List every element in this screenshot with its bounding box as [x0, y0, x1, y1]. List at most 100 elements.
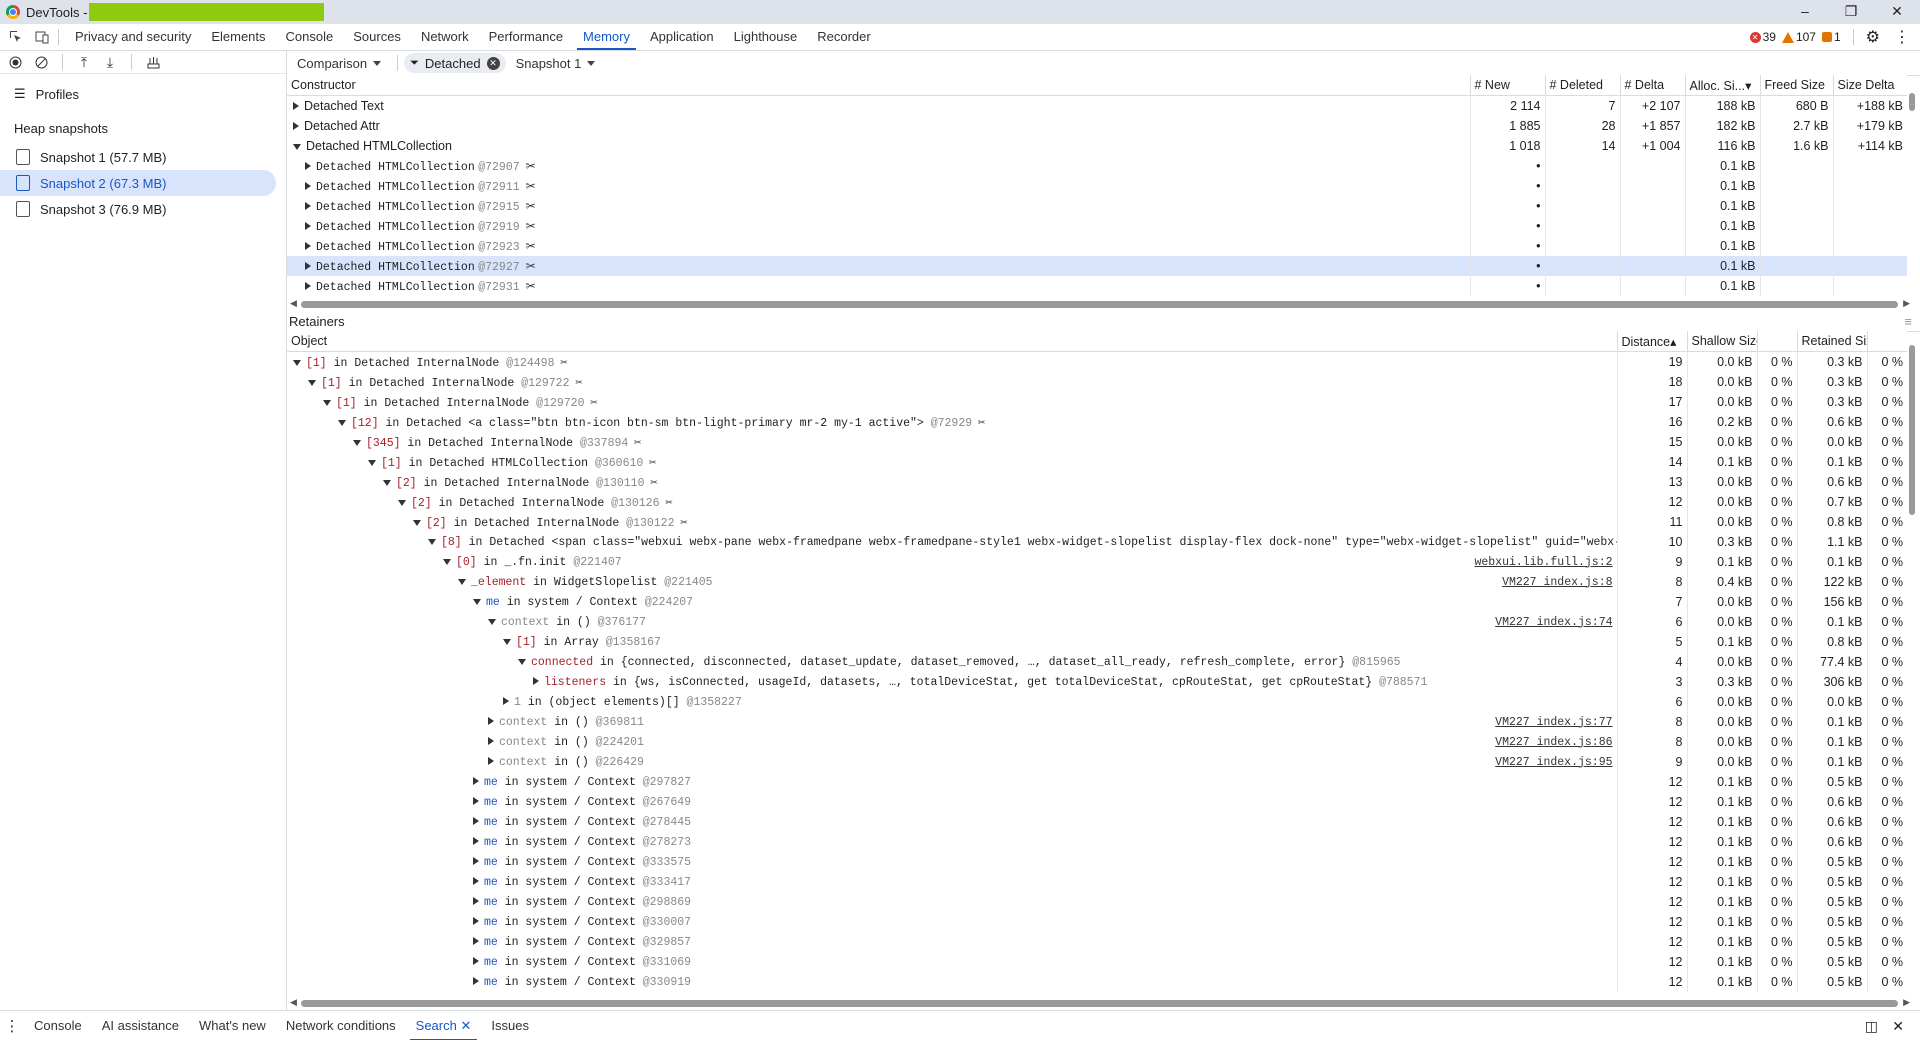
close-tab-icon[interactable]: ✕	[457, 1018, 471, 1033]
retainer-row[interactable]: context in () @376177 VM227 index.js:74 6 0…	[287, 612, 1907, 632]
expanded-triangle-icon[interactable]	[428, 538, 436, 545]
source-link[interactable]: VM227 index.js:74	[1495, 616, 1612, 629]
drawer-menu-icon[interactable]: ⋮	[0, 1017, 24, 1035]
collapsed-triangle-icon[interactable]	[473, 856, 479, 865]
collapsed-triangle-icon[interactable]	[473, 936, 479, 945]
tab-sources[interactable]: Sources	[343, 24, 411, 50]
resize-handle-icon[interactable]: ≡	[1904, 313, 1912, 331]
column-header[interactable]: Retained Size	[1796, 331, 1867, 352]
restore-button[interactable]: ❐	[1828, 0, 1874, 24]
constructor-row[interactable]: Detached Attr 1 885 28 +1 857 182 kB 2.7 kB +1…	[287, 116, 1907, 136]
drawer-tab-network-conditions[interactable]: Network conditions	[276, 1011, 406, 1040]
column-header[interactable]: Constructor	[287, 75, 1470, 96]
column-header[interactable]: Shallow Size	[1686, 331, 1757, 352]
warning-count[interactable]: 107	[1781, 30, 1816, 44]
retainer-row[interactable]: context in () @226429 VM227 index.js:95 9 0…	[287, 752, 1907, 772]
source-link[interactable]: VM227 index.js:95	[1495, 756, 1612, 769]
column-header[interactable]	[1866, 331, 1907, 352]
collapsed-triangle-icon[interactable]	[473, 896, 479, 905]
expanded-triangle-icon[interactable]	[293, 144, 301, 150]
tab-application[interactable]: Application	[640, 24, 724, 50]
tab-recorder[interactable]: Recorder	[807, 24, 880, 50]
retainer-row[interactable]: [1] in Detached InternalNode @129720 ✂ 17 0…	[287, 392, 1907, 412]
retainer-row[interactable]: me in system / Context @333575 12 0.1 kB 0 …	[287, 852, 1907, 872]
constructor-row[interactable]: Detached HTMLCollection @72923 ✂ • 0.1 kB	[287, 236, 1907, 256]
collapsed-triangle-icon[interactable]	[473, 956, 479, 965]
retainer-row[interactable]: _element in WidgetSlopelist @221405 VM227…	[287, 572, 1907, 592]
drawer-tab-ai-assistance[interactable]: AI assistance	[92, 1011, 189, 1040]
download-icon[interactable]: ⤓	[99, 51, 121, 73]
more-options-icon[interactable]: ⋮	[1894, 27, 1910, 47]
constructor-row[interactable]: Detached HTMLCollection @72931 ✂ • 0.1 kB	[287, 276, 1907, 296]
column-header[interactable]: Freed Size	[1759, 75, 1833, 96]
dock-side-icon[interactable]: ◫	[1865, 1018, 1878, 1035]
scroll-left-icon[interactable]: ◀	[290, 997, 297, 1008]
retainer-row[interactable]: [8] in Detached <span class="webxui webx…	[287, 532, 1907, 552]
collapsed-triangle-icon[interactable]	[473, 836, 479, 845]
collapsed-triangle-icon[interactable]	[473, 796, 479, 805]
column-header[interactable]: Size Delta	[1832, 75, 1907, 96]
expanded-triangle-icon[interactable]	[293, 359, 301, 366]
scroll-right-icon[interactable]: ▶	[1903, 298, 1910, 309]
retainer-row[interactable]: [1] in Detached InternalNode @124498 ✂ 19 0…	[287, 351, 1907, 372]
retainer-row[interactable]: [2] in Detached InternalNode @130110 ✂ 13 0…	[287, 472, 1907, 492]
expanded-triangle-icon[interactable]	[398, 499, 406, 506]
collapsed-triangle-icon[interactable]	[293, 102, 299, 110]
column-header[interactable]: Object	[287, 331, 1617, 352]
column-header[interactable]: Distance▴	[1616, 331, 1687, 352]
base-snapshot-select[interactable]: Snapshot 1	[506, 56, 606, 71]
retainer-row[interactable]: me in system / Context @298869 12 0.1 kB 0 …	[287, 892, 1907, 912]
tab-elements[interactable]: Elements	[201, 24, 275, 50]
drawer-tab-what-s-new[interactable]: What's new	[189, 1011, 276, 1040]
class-filter-chip[interactable]: ⏷ Detached ✕	[404, 53, 506, 73]
clear-filter-icon[interactable]: ✕	[486, 56, 500, 70]
retainer-row[interactable]: listeners in {ws, isConnected, usageId, …	[287, 672, 1907, 692]
inspect-element-icon[interactable]	[6, 27, 26, 47]
record-icon[interactable]	[4, 51, 26, 73]
vertical-scrollbar[interactable]	[1909, 93, 1915, 111]
column-header[interactable]: # New	[1469, 75, 1545, 96]
retainer-row[interactable]: connected in {connected, disconnected, d…	[287, 652, 1907, 672]
retainer-row[interactable]: context in () @369811 VM227 index.js:77 8 0…	[287, 712, 1907, 732]
constructor-row[interactable]: Detached Text 2 114 7 +2 107 188 kB 680 B +188…	[287, 95, 1907, 116]
constructor-row[interactable]: Detached HTMLCollection @72911 ✂ • 0.1 kB	[287, 176, 1907, 196]
column-header[interactable]: # Delta	[1619, 75, 1685, 96]
collect-garbage-icon[interactable]	[142, 51, 164, 73]
clear-icon[interactable]	[30, 51, 52, 73]
tab-console[interactable]: Console	[276, 24, 344, 50]
close-window-button[interactable]: ✕	[1874, 0, 1920, 24]
column-header[interactable]	[1756, 331, 1797, 352]
collapsed-triangle-icon[interactable]	[473, 976, 479, 985]
error-count[interactable]: ✕ 39	[1749, 30, 1776, 44]
minimize-button[interactable]: –	[1782, 0, 1828, 24]
tab-network[interactable]: Network	[411, 24, 479, 50]
expanded-triangle-icon[interactable]	[443, 558, 451, 565]
profiles-header[interactable]: ☰ Profiles	[0, 80, 286, 108]
retainer-row[interactable]: me in system / Context @297827 12 0.1 kB 0 …	[287, 772, 1907, 792]
collapsed-triangle-icon[interactable]	[305, 261, 311, 270]
tab-lighthouse[interactable]: Lighthouse	[724, 24, 808, 50]
column-header[interactable]: # Deleted	[1544, 75, 1620, 96]
expanded-triangle-icon[interactable]	[338, 419, 346, 426]
retainer-row[interactable]: context in () @224201 VM227 index.js:86 8 0…	[287, 732, 1907, 752]
collapsed-triangle-icon[interactable]	[488, 736, 494, 745]
horizontal-scrollbar[interactable]: ◀ ▶	[287, 298, 1920, 310]
retainer-row[interactable]: me in system / Context @330919 12 0.1 kB 0 …	[287, 972, 1907, 992]
expanded-triangle-icon[interactable]	[458, 578, 466, 585]
collapsed-triangle-icon[interactable]	[305, 201, 311, 210]
expanded-triangle-icon[interactable]	[353, 439, 361, 446]
retainer-row[interactable]: [0] in _.fn.init @221407 webxui.lib.full.…	[287, 552, 1907, 572]
collapsed-triangle-icon[interactable]	[473, 816, 479, 825]
tab-memory[interactable]: Memory	[573, 24, 640, 50]
upload-icon[interactable]: ⤒	[73, 51, 95, 73]
horizontal-scrollbar[interactable]: ◀ ▶	[287, 997, 1920, 1009]
close-drawer-icon[interactable]: ✕	[1892, 1018, 1904, 1035]
collapsed-triangle-icon[interactable]	[473, 776, 479, 785]
retainer-row[interactable]: me in system / Context @267649 12 0.1 kB 0 …	[287, 792, 1907, 812]
drawer-tab-console[interactable]: Console	[24, 1011, 92, 1040]
scroll-thumb[interactable]	[301, 301, 1898, 308]
retainer-row[interactable]: [345] in Detached InternalNode @337894 ✂ 1…	[287, 432, 1907, 452]
expanded-triangle-icon[interactable]	[323, 399, 331, 406]
collapsed-triangle-icon[interactable]	[305, 221, 311, 230]
settings-gear-icon[interactable]: ⚙	[1866, 27, 1880, 47]
